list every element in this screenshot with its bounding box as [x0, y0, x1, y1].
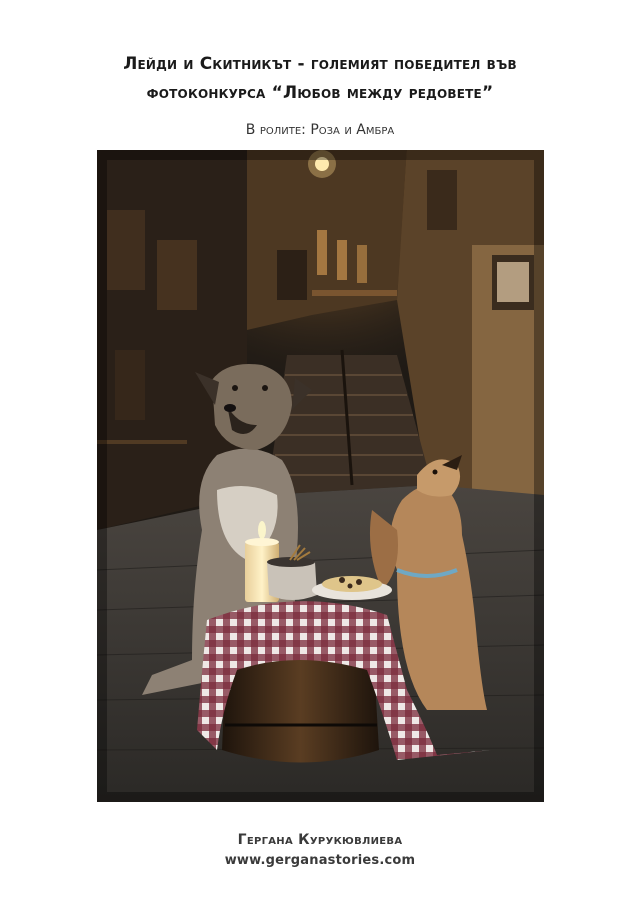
title-line-2: фотоконкурса “Любов между редовете”	[146, 83, 494, 103]
photographer-name: Гергана Курукювлиева	[237, 832, 403, 848]
title-line-1: Лейди и Скитникът - големият победител в…	[123, 54, 517, 74]
page-title: Лейди и Скитникът - големият победител в…	[0, 50, 640, 108]
photo-illustration	[97, 150, 544, 802]
featured-photo	[97, 150, 544, 802]
website-link[interactable]: www.gerganastories.com	[0, 853, 640, 868]
page-subtitle: В ролите: Роза и Амбра	[245, 122, 395, 138]
